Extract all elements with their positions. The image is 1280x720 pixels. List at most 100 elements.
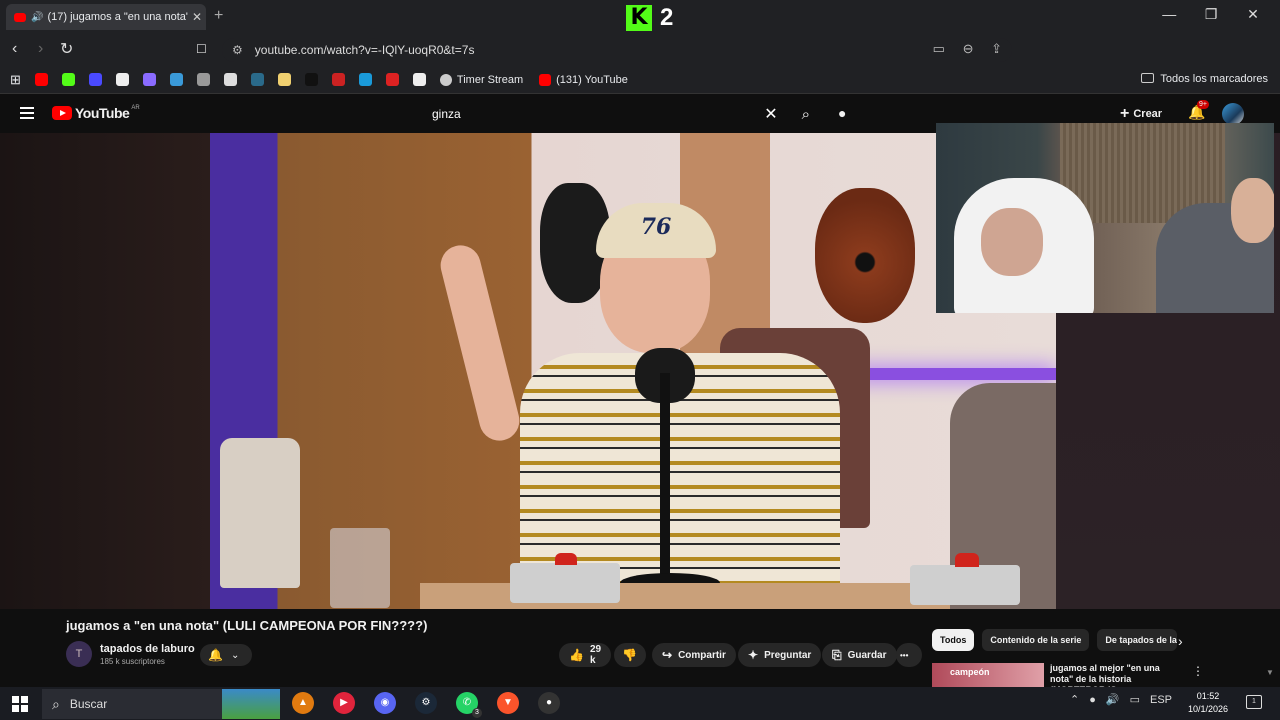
volume-icon[interactable]: 🔊 [1106, 693, 1120, 706]
address-bar[interactable]: ⚙ youtube.com/watch?v=-IQlY-uoqR0&t=7s ▭… [222, 38, 1012, 62]
steam-icon[interactable]: ⚙ [415, 692, 437, 714]
url-text[interactable]: youtube.com/watch?v=-IQlY-uoqR0&t=7s [255, 43, 475, 57]
search-box[interactable]: ginza ✕ ⌕ [422, 101, 820, 127]
channel-avatar[interactable]: T [66, 641, 92, 667]
url-actions: ▭ ⊖ ⇪ [919, 41, 1002, 57]
tray-chevron-icon[interactable]: ⌃ [1070, 693, 1079, 706]
avatar[interactable] [1222, 103, 1244, 125]
ask-button[interactable]: ✦ Preguntar [738, 643, 822, 667]
bookmark-icon[interactable] [169, 73, 183, 86]
minimize-button[interactable]: — [1150, 6, 1188, 22]
bookmark-page-icon[interactable]: ☐ [196, 42, 207, 56]
cap: 76 [596, 203, 716, 258]
close-window-button[interactable]: ✕ [1234, 6, 1272, 23]
create-button[interactable]: + Crear [1120, 105, 1162, 123]
windows-start-icon[interactable] [12, 696, 28, 712]
subscription-bell-button[interactable]: 🔔 ⌄ [200, 644, 252, 666]
chip-channel[interactable]: De tapados de laburo [1097, 629, 1178, 651]
bookmark-icon[interactable] [277, 73, 291, 86]
youtube-logo[interactable]: YouTube AR [52, 105, 140, 121]
bookmark-icon[interactable] [88, 73, 102, 86]
search-input[interactable]: ginza [432, 107, 764, 121]
whatsapp-icon[interactable]: ✆ 3 [456, 692, 482, 718]
taskbar: ⌕ Buscar ▲ ▶ ◉ ⚙ ✆ 3 ▼ ● ⌃ ● 🔊 ▭ ESP 01:52 10/1… [0, 687, 1280, 720]
notification-center-icon[interactable]: 1 [1246, 695, 1262, 709]
hamburger-menu-icon[interactable] [20, 107, 34, 122]
youtube-wordmark: YouTube [75, 105, 130, 121]
channel-name[interactable]: tapados de laburo [100, 643, 195, 655]
bookmark-icon[interactable] [115, 73, 129, 86]
chevron-right-icon[interactable]: › [1178, 633, 1183, 649]
clock[interactable]: 01:52 10/1/2026 [1180, 690, 1236, 716]
save-button[interactable]: ⎘ Guardar [822, 643, 897, 667]
like-button[interactable]: 👍 29 k [559, 643, 611, 667]
recommended-title[interactable]: jugamos al mejor "en una nota" de la his… [1050, 663, 1185, 687]
dislike-button[interactable]: 👎 [614, 643, 646, 667]
chip-todos[interactable]: Todos [932, 629, 975, 651]
input-language[interactable]: ESP [1150, 694, 1172, 706]
notifications-button[interactable]: 🔔 9+ [1188, 100, 1209, 121]
plus-icon: + [1120, 105, 1130, 122]
recommended-more-icon[interactable]: ⋮ [1192, 664, 1204, 678]
discord-icon[interactable]: ◉ [374, 692, 396, 714]
chevron-down-icon: ⌄ [230, 649, 240, 661]
bookmark-icon[interactable] [61, 73, 75, 86]
media-player-icon[interactable]: ▶ [333, 692, 355, 714]
all-bookmarks-button[interactable]: Todos los marcadores [1141, 73, 1268, 85]
system-tray: ⌃ ● 🔊 ▭ ESP [1070, 693, 1182, 707]
zoom-icon[interactable]: ⊖ [963, 41, 974, 56]
bookmark-icon[interactable] [385, 73, 399, 86]
bookmark-youtube[interactable]: (131) YouTube [539, 73, 628, 86]
bookmark-icon[interactable] [412, 73, 426, 86]
tab-title: (17) jugamos a "en una nota" [47, 11, 188, 23]
share-label: Compartir [678, 649, 726, 661]
forward-button[interactable]: › [38, 40, 43, 58]
obs-icon[interactable]: ● [538, 692, 560, 714]
bookmark-icon[interactable] [223, 73, 237, 86]
bookmark-icon[interactable] [196, 73, 210, 86]
taskbar-search[interactable]: ⌕ Buscar [42, 689, 222, 719]
new-tab-button[interactable]: + [214, 7, 223, 25]
country-code: AR [131, 105, 140, 111]
back-button[interactable]: ‹ [12, 40, 17, 58]
create-label: Crear [1133, 108, 1163, 120]
bookmark-icons [34, 73, 440, 86]
video-frame: 76 [210, 133, 1266, 609]
scroll-down-arrow-icon[interactable]: ▼ [1266, 668, 1274, 677]
bookmark-icon[interactable] [34, 73, 48, 86]
bookmark-icon[interactable] [358, 73, 372, 86]
mic-stand [660, 373, 670, 593]
tab-close-button[interactable]: ✕ [188, 10, 206, 24]
search-icon[interactable]: ⌕ [802, 106, 810, 123]
browser-tab[interactable]: 🔊 (17) jugamos a "en una nota" ✕ [6, 4, 206, 30]
vlc-icon[interactable]: ▲ [292, 692, 314, 714]
channel-info[interactable]: T tapados de laburo 185 k suscriptores [66, 641, 195, 667]
brave-icon[interactable]: ▼ [497, 692, 519, 714]
thumbs-down-icon: 👎 [622, 648, 637, 662]
share-icon[interactable]: ⇪ [991, 41, 1002, 56]
voice-search-icon[interactable]: ● [838, 105, 846, 121]
search-highlight-image[interactable] [222, 689, 280, 719]
navigation-bar: ‹ › ↻ ☐ ⚙ youtube.com/watch?v=-IQlY-uoqR… [0, 34, 1280, 93]
mic-tray-icon[interactable]: ● [1089, 694, 1096, 706]
video-title: jugamos a "en una nota" (LULI CAMPEONA P… [66, 618, 428, 633]
cast-icon[interactable]: ▭ [933, 41, 945, 56]
chip-series[interactable]: Contenido de la serie [982, 629, 1090, 651]
apps-grid-icon[interactable]: ⊞ [10, 72, 21, 88]
site-settings-icon[interactable]: ⚙ [232, 43, 243, 57]
recommended-thumbnail[interactable]: campeón [932, 663, 1044, 687]
more-actions-button[interactable]: ••• [896, 643, 922, 667]
bookmark-icon[interactable] [250, 73, 264, 86]
time: 01:52 [1196, 691, 1220, 701]
bookmark-timer-stream[interactable]: Timer Stream [439, 73, 523, 86]
bookmark-icon[interactable] [331, 73, 345, 86]
video-letterbox-left [0, 133, 210, 609]
reload-button[interactable]: ↻ [60, 39, 73, 59]
maximize-button[interactable]: ❐ [1192, 6, 1230, 23]
clear-search-icon[interactable]: ✕ [764, 104, 777, 124]
share-button[interactable]: ↪ Compartir [652, 643, 736, 667]
speaker-icon[interactable]: 🔊 [31, 12, 43, 23]
bookmark-icon[interactable] [304, 73, 318, 86]
bookmark-icon[interactable] [142, 73, 156, 86]
network-icon[interactable]: ▭ [1130, 693, 1140, 706]
